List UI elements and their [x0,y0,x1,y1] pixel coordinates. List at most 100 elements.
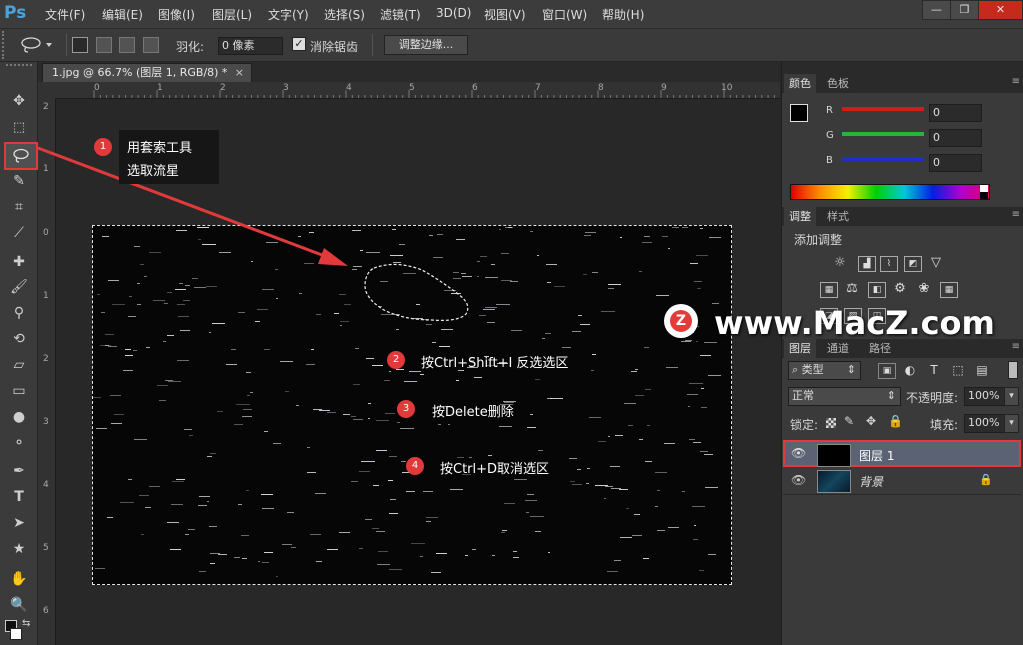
menu-layer[interactable]: 图层(L) [212,6,252,23]
opacity-dropdown-icon[interactable]: ▾ [1004,387,1019,406]
history-brush-tool-icon[interactable]: ⟲ [8,328,30,350]
gradient-tool-icon[interactable]: ▭ [8,380,30,402]
menu-help[interactable]: 帮助(H) [602,6,644,23]
channel-r-input[interactable]: 0 [929,104,982,122]
filter-pixel-icon[interactable]: ▣ [878,363,896,379]
color-balance-icon[interactable]: ⚖ [844,282,860,296]
healing-brush-tool-icon[interactable]: ✚ [8,251,30,273]
fill-input[interactable]: 100% [964,414,1005,433]
path-selection-tool-icon[interactable]: ➤ [8,512,30,534]
layer-name[interactable]: 背景 [859,473,883,490]
color-lookup-icon[interactable]: ▦ [940,282,958,298]
crop-tool-icon[interactable]: ⌗ [8,196,30,218]
lock-all-icon[interactable]: 🔒 [888,414,903,428]
filter-toggle[interactable] [1008,361,1018,379]
menu-image[interactable]: 图像(I) [158,6,195,23]
subtract-selection-icon[interactable] [119,37,135,53]
background-color-swatch[interactable] [10,628,22,640]
color-spectrum-bar[interactable] [790,184,990,200]
swap-colors-icon[interactable]: ⇆ [22,618,30,629]
meteor-streak [389,568,403,570]
intersect-selection-icon[interactable] [143,37,159,53]
dodge-tool-icon[interactable]: ⚬ [8,432,30,454]
spectrum-white-chip[interactable] [980,185,988,192]
type-tool-icon[interactable]: T [8,486,30,508]
menu-select[interactable]: 选择(S) [324,6,365,23]
tab-swatches[interactable]: 色板 [822,74,854,93]
meteor-streak [137,303,141,305]
panel-menu-icon[interactable]: ≡ [1012,209,1020,220]
lock-position-icon[interactable]: ✥ [866,414,876,428]
curves-icon[interactable]: ⌇ [880,256,898,272]
document-tab[interactable]: 1.jpg @ 66.7% (图层 1, RGB/8) * × [42,63,252,83]
menu-file[interactable]: 文件(F) [45,6,85,23]
eye-icon[interactable]: 👁 [791,473,806,487]
channel-g-input[interactable]: 0 [929,129,982,147]
hand-tool-icon[interactable]: ✋ [8,568,30,590]
eyedropper-tool-icon[interactable]: ⟋ [8,222,30,244]
refine-edge-button[interactable]: 调整边缘... [384,35,468,55]
exposure-icon[interactable]: ◩ [904,256,922,272]
channel-g-slider[interactable] [842,132,924,136]
meteor-streak [624,402,636,404]
opacity-input[interactable]: 100% [964,387,1005,406]
marquee-tool-icon[interactable]: ⬚ [8,117,30,139]
fill-dropdown-icon[interactable]: ▾ [1004,414,1019,433]
layer-row[interactable]: 👁 背景 🔒 [783,467,1021,495]
tab-color[interactable]: 颜色 [784,74,816,93]
spectrum-black-chip[interactable] [980,192,988,199]
new-selection-icon[interactable] [72,37,88,53]
lock-transparency-icon[interactable] [826,418,836,428]
menu-view[interactable]: 视图(V) [484,6,526,23]
menu-filter[interactable]: 滤镜(T) [380,6,421,23]
panel-menu-icon[interactable]: ≡ [1012,76,1020,87]
feather-input[interactable]: 0 像素 [218,37,283,55]
hue-saturation-icon[interactable]: ▦ [820,282,838,298]
blend-mode-dropdown[interactable]: 正常 ⇕ [788,387,901,406]
eraser-tool-icon[interactable]: ▱ [8,354,30,376]
brightness-icon[interactable]: ☼ [832,256,848,270]
shape-tool-icon[interactable]: ★ [8,538,30,560]
layer-row-selected[interactable]: 👁 图层 1 [783,440,1021,467]
lasso-preset-icon[interactable] [20,36,54,54]
options-grip[interactable] [2,31,10,59]
add-selection-icon[interactable] [96,37,112,53]
restore-button[interactable]: ❐ [950,0,979,20]
eye-icon[interactable]: 👁 [791,446,806,460]
vibrance-icon[interactable]: ▽ [928,256,944,270]
panel-menu-icon[interactable]: ≡ [1012,341,1020,352]
close-button[interactable]: ✕ [978,0,1023,20]
levels-icon[interactable]: ▟ [858,256,876,272]
tab-styles[interactable]: 样式 [822,207,854,226]
lock-pixels-icon[interactable]: ✎ [844,414,854,428]
antialias-checkbox[interactable]: ✓ [292,37,306,51]
foreground-color-swatch[interactable] [790,104,808,122]
menu-3d[interactable]: 3D(D) [436,6,471,20]
channel-b-input[interactable]: 0 [929,154,982,172]
blur-tool-icon[interactable]: ● [8,406,30,428]
layer-filter-dropdown[interactable]: ⌕ 类型 ⇕ [788,361,861,380]
pen-tool-icon[interactable]: ✒ [8,460,30,482]
close-document-icon[interactable]: × [235,64,244,82]
photo-filter-icon[interactable]: ⚙ [892,282,908,296]
menu-edit[interactable]: 编辑(E) [102,6,143,23]
tab-adjustments[interactable]: 调整 [784,207,816,226]
filter-type-icon[interactable]: T [926,363,942,377]
filter-adjustment-icon[interactable]: ◐ [902,363,918,377]
black-white-icon[interactable]: ◧ [868,282,886,298]
channel-mixer-icon[interactable]: ❀ [916,282,932,296]
zoom-tool-icon[interactable]: 🔍 [8,594,30,616]
layer-name[interactable]: 图层 1 [859,447,894,464]
menu-type[interactable]: 文字(Y) [268,6,309,23]
move-tool-icon[interactable]: ✥ [8,90,30,112]
quick-selection-tool-icon[interactable]: ✎ [8,170,30,192]
minimize-button[interactable]: — [922,0,951,20]
channel-r-slider[interactable] [842,107,924,111]
brush-tool-icon[interactable]: 🖌 [8,276,30,298]
filter-shape-icon[interactable]: ⬚ [950,363,966,377]
menu-window[interactable]: 窗口(W) [542,6,587,23]
channel-b-slider[interactable] [842,157,924,161]
clone-stamp-tool-icon[interactable]: ⚲ [8,302,30,324]
filter-smart-object-icon[interactable]: ▤ [974,363,990,377]
toolbar-grip[interactable] [6,64,32,70]
